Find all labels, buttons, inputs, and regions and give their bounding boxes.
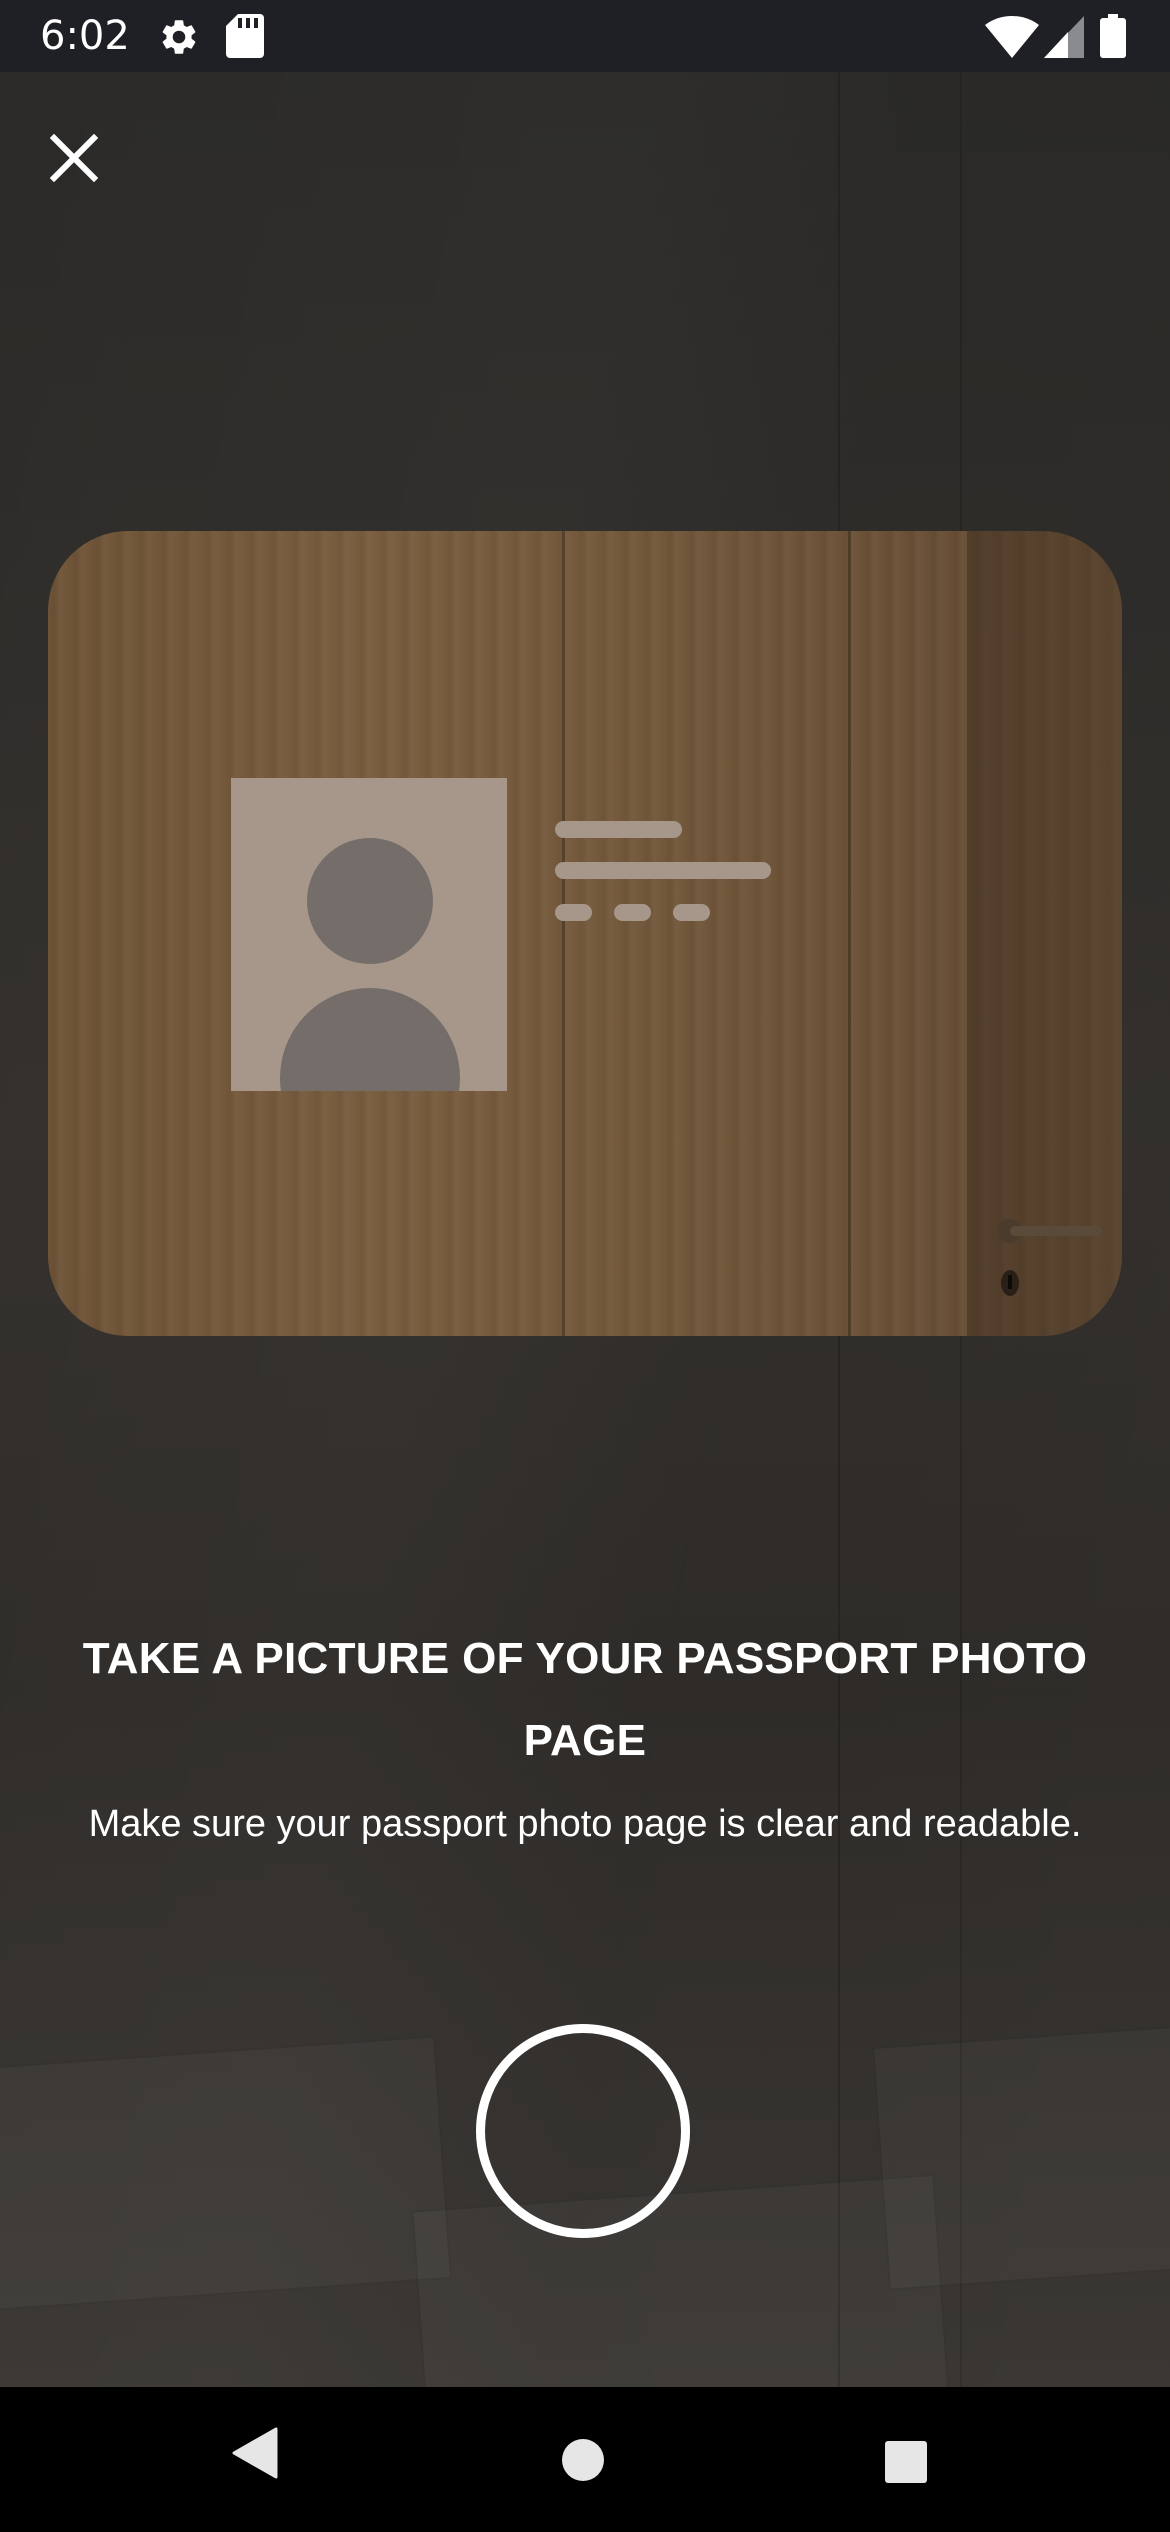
sd-card-icon <box>226 14 264 63</box>
status-bar: 6:02 <box>0 0 1170 72</box>
shutter-button[interactable] <box>476 2024 690 2238</box>
document-frame <box>48 531 1122 1336</box>
status-time: 6:02 <box>40 13 130 59</box>
avatar-head <box>307 838 433 964</box>
avatar-body <box>280 988 460 1091</box>
battery-icon <box>1100 14 1126 63</box>
screen: 6:02 TAKE A PICTURE OF YOUR PASSPORT PHO… <box>0 0 1170 2532</box>
photo-placeholder <box>231 778 507 1091</box>
back-icon <box>232 2427 278 2479</box>
home-icon <box>562 2439 604 2481</box>
recents-icon <box>885 2441 927 2483</box>
wifi-icon <box>985 16 1039 63</box>
frame-seam <box>562 531 565 1336</box>
home-button[interactable] <box>560 2437 610 2487</box>
cell-signal-icon <box>1044 16 1084 63</box>
instruction-subtitle: Make sure your passport photo page is cl… <box>88 1803 1082 1845</box>
back-button[interactable] <box>232 2427 292 2493</box>
instruction-title: TAKE A PICTURE OF YOUR PASSPORT PHOTO PA… <box>82 1634 1088 1765</box>
floor-tile <box>872 2017 1170 2291</box>
placeholder-text-line <box>555 862 771 879</box>
door-handle-icon <box>998 1219 1102 1296</box>
instructions: TAKE A PICTURE OF YOUR PASSPORT PHOTO PA… <box>60 1618 1110 1860</box>
settings-icon <box>158 16 200 63</box>
frame-seam <box>848 531 851 1336</box>
navigation-bar <box>0 2387 1170 2532</box>
close-icon <box>49 133 99 183</box>
close-button[interactable] <box>49 133 118 202</box>
placeholder-text-line <box>555 821 682 838</box>
placeholder-text-dash <box>614 904 651 921</box>
recents-button[interactable] <box>883 2439 931 2487</box>
placeholder-text-dash <box>673 904 710 921</box>
floor-tile <box>411 2174 953 2387</box>
floor-tile <box>0 2035 452 2313</box>
placeholder-text-dash <box>555 904 592 921</box>
